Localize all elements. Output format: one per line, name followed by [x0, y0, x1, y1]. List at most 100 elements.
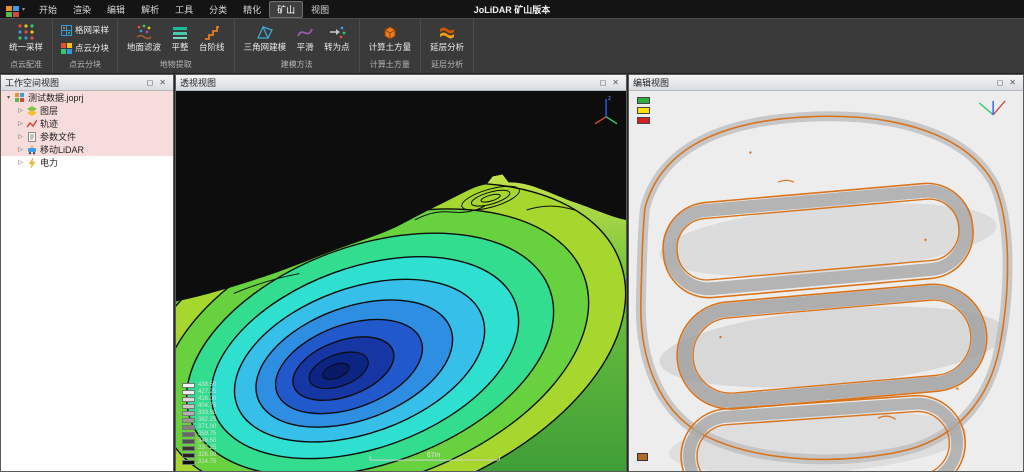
layer-analysis-icon: [438, 23, 456, 41]
close-panel-icon[interactable]: ✕: [1006, 79, 1019, 87]
tree-item-label: 电力: [40, 156, 58, 169]
tree-item-project[interactable]: ▾ 测试数据.joprj: [1, 91, 173, 104]
ribbon-group-volume: 计算土方量 计算土方量: [360, 19, 422, 73]
legend-swatch: [182, 390, 195, 395]
group-caption: 延层分析: [427, 57, 467, 73]
collapse-arrow-icon[interactable]: ▷: [17, 120, 24, 127]
tree-item-label: 参数文件: [40, 130, 76, 143]
ground-filter-icon: [135, 23, 153, 41]
title-bar: ▾ 开始 渲染 编辑 解析 工具 分类 精化 矿山 视图 JoLiDAR 矿山版…: [0, 0, 1024, 18]
logo-menu-caret-icon[interactable]: ▾: [22, 6, 25, 13]
button-label: 平滑: [297, 43, 314, 52]
legend-value: 359.75: [198, 431, 216, 437]
power-icon: [27, 158, 37, 168]
tree-item-label: 图层: [40, 104, 58, 117]
tin-modeling-icon: [256, 23, 274, 41]
perspective-view-panel: 透视视图 ◻ ✕: [175, 74, 627, 472]
ribbon-group-registration: 统一采样 点云配准: [0, 19, 53, 73]
close-panel-icon[interactable]: ✕: [156, 79, 169, 87]
edit-panel-titlebar: 编辑视图 ◻ ✕: [629, 75, 1023, 91]
button-label: 三角网建模: [244, 43, 287, 52]
collapse-arrow-icon[interactable]: ▷: [17, 146, 24, 153]
uniform-sampling-button[interactable]: 统一采样: [6, 21, 46, 54]
ground-filter-button[interactable]: 地面滤波: [124, 21, 164, 54]
flatten-button[interactable]: 平整: [168, 21, 192, 54]
menu-tab-analyze[interactable]: 解析: [133, 1, 167, 18]
grid-sampling-button[interactable]: 格网采样: [59, 24, 111, 37]
button-label: 转为点: [324, 43, 350, 52]
bench-line-icon: [203, 23, 221, 41]
button-label: 台阶线: [199, 43, 225, 52]
button-label: 地面滤波: [127, 43, 161, 52]
tree-item-label: 轨迹: [40, 117, 58, 130]
legend-swatch: [182, 397, 195, 402]
workspace-panel-titlebar: 工作空间视图 ◻ ✕: [1, 75, 173, 91]
legend-value: 393.50: [198, 410, 216, 416]
float-panel-icon[interactable]: ◻: [994, 79, 1007, 87]
float-panel-icon[interactable]: ◻: [597, 79, 610, 87]
menu-tab-mine[interactable]: 矿山: [269, 1, 303, 18]
app-logo-icon[interactable]: [6, 4, 19, 15]
perspective-viewport[interactable]: z 67m 438.50 427.25 416.00 404.75 393.5: [176, 91, 626, 471]
edit-view-panel: 编辑视图 ◻ ✕: [628, 74, 1024, 472]
panel-title: 工作空间视图: [5, 76, 59, 89]
tree-item-layers[interactable]: ▷ 图层: [1, 104, 173, 117]
cloud-block-button[interactable]: 点云分块: [59, 42, 111, 55]
menu-tab-edit[interactable]: 编辑: [99, 1, 133, 18]
tree-item-mobile-lidar[interactable]: ▷ 移动LiDAR: [1, 143, 173, 156]
tree-item-label: 移动LiDAR: [40, 143, 84, 156]
legend-swatch-yellow: [637, 107, 650, 114]
terrain-3d-render: z 67m: [176, 91, 626, 471]
ribbon-group-modeling: 三角网建模 平滑 转为点 建模方法: [235, 19, 360, 73]
bench-line-button[interactable]: 台阶线: [196, 21, 228, 54]
tree-item-track[interactable]: ▷ 轨迹: [1, 117, 173, 130]
collapse-arrow-icon[interactable]: ▷: [17, 133, 24, 140]
volume-calc-button[interactable]: 计算土方量: [366, 21, 415, 54]
legend-value: 371.00: [198, 424, 216, 430]
edit-viewport[interactable]: [629, 91, 1023, 471]
legend-value: 438.50: [198, 382, 216, 388]
button-label: 平整: [172, 43, 189, 52]
classification-legend: [637, 97, 650, 124]
group-caption: 点云配准: [6, 57, 46, 73]
volume-calc-icon: [381, 23, 399, 41]
legend-value: 348.50: [198, 438, 216, 444]
flatten-icon: [171, 23, 189, 41]
legend-swatch: [182, 418, 195, 423]
menu-tab-start[interactable]: 开始: [31, 1, 65, 18]
legend-value: 314.75: [198, 459, 216, 465]
legend-value: 337.25: [198, 445, 216, 451]
button-label: 延层分析: [430, 43, 464, 52]
expand-arrow-icon[interactable]: ▾: [5, 94, 12, 101]
scale-label-svg: 67m: [427, 452, 441, 459]
tree-item-power[interactable]: ▷ 电力: [1, 156, 173, 169]
legend-value: 404.75: [198, 403, 216, 409]
menu-tab-render[interactable]: 渲染: [65, 1, 99, 18]
close-panel-icon[interactable]: ✕: [609, 79, 622, 87]
legend-swatch-green: [637, 97, 650, 104]
project-icon: [15, 93, 25, 103]
group-caption: 点云分块: [59, 57, 111, 73]
tin-modeling-button[interactable]: 三角网建模: [241, 21, 290, 54]
mobile-lidar-icon: [27, 145, 37, 155]
workspace-tree: ▾ 测试数据.joprj ▷ 图层 ▷ 轨迹: [1, 91, 173, 471]
to-points-icon: [328, 23, 346, 41]
menu-tab-classify[interactable]: 分类: [201, 1, 235, 18]
float-panel-icon[interactable]: ◻: [144, 79, 157, 87]
collapse-arrow-icon[interactable]: ▷: [17, 159, 24, 166]
contour-color-swatch: [637, 453, 648, 461]
menu-tab-view[interactable]: 视图: [303, 1, 337, 18]
layer-analysis-button[interactable]: 延层分析: [427, 21, 467, 54]
legend-swatch: [182, 439, 195, 444]
collapse-arrow-icon[interactable]: ▷: [17, 107, 24, 114]
legend-swatch: [182, 404, 195, 409]
to-points-button[interactable]: 转为点: [321, 21, 353, 54]
legend-swatch: [182, 460, 195, 465]
group-caption: 计算土方量: [366, 57, 415, 73]
button-label: 统一采样: [9, 43, 43, 52]
menu-tab-refine[interactable]: 精化: [235, 1, 269, 18]
application-window: ▾ 开始 渲染 编辑 解析 工具 分类 精化 矿山 视图 JoLiDAR 矿山版…: [0, 0, 1024, 472]
tree-item-params[interactable]: ▷ 参数文件: [1, 130, 173, 143]
smooth-button[interactable]: 平滑: [293, 21, 317, 54]
menu-tab-tools[interactable]: 工具: [167, 1, 201, 18]
